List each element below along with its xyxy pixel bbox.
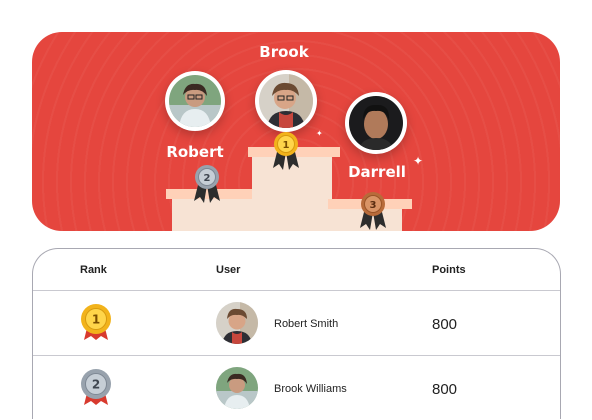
user-points: 800 [432, 316, 458, 333]
avatar[interactable] [216, 302, 258, 344]
user-photo [216, 367, 258, 409]
first-place-avatar[interactable] [255, 70, 317, 132]
user-column-header: User [216, 264, 241, 276]
third-place-avatar[interactable] [345, 92, 407, 154]
table-row[interactable]: 1 Robert Smith 800 [33, 291, 560, 355]
table-row[interactable]: 2 Brook Williams 800 [33, 356, 560, 420]
gold-medal-rank: 1 [283, 140, 290, 151]
sparkle-icon: ✦ [413, 154, 424, 168]
bronze-medal-rank: 3 [370, 200, 377, 211]
silver-medal-icon: 2 [81, 369, 111, 405]
silver-medal-rank: 2 [204, 173, 211, 184]
leaderboard-banner: Brook Robert Darrell ✦ ✦ 1 2 3 [32, 32, 560, 231]
rank-column-header: Rank [80, 264, 107, 276]
rank-number: 2 [92, 378, 100, 392]
sparkle-icon: ✦ [316, 129, 323, 138]
gold-medal-icon: 1 [81, 304, 111, 340]
gold-medal-icon: 1 [273, 132, 299, 170]
user-photo [349, 96, 403, 150]
user-points: 800 [432, 381, 458, 398]
leaderboard-table: Rank User Points 1 Robert Smith 800 2 Br… [32, 248, 561, 419]
second-place-avatar[interactable] [165, 71, 225, 131]
bronze-medal-icon: 3 [360, 192, 386, 230]
second-place-name: Robert [166, 143, 224, 161]
user-photo [216, 302, 258, 344]
third-place-name: Darrell [348, 163, 406, 181]
user-name: Brook Williams [274, 383, 347, 395]
points-column-header: Points [432, 264, 466, 276]
avatar[interactable] [216, 367, 258, 409]
silver-medal-icon: 2 [194, 165, 220, 203]
first-place-name: Brook [259, 43, 309, 61]
rank-number: 1 [92, 313, 100, 327]
user-photo [169, 75, 221, 127]
user-name: Robert Smith [274, 318, 339, 330]
user-photo [259, 74, 313, 128]
